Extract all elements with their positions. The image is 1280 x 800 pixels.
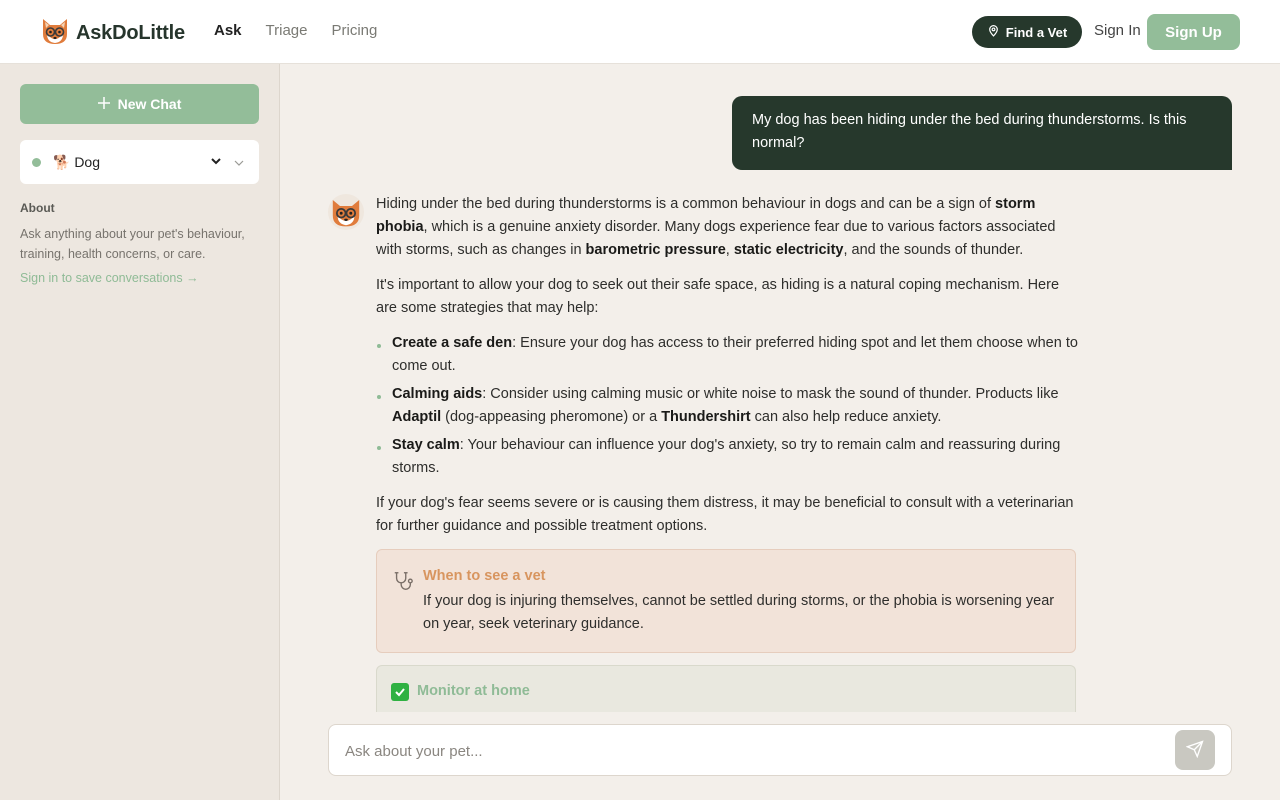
sign-in-to-save-link[interactable]: Sign in to save conversations →	[20, 271, 199, 285]
message-composer	[328, 724, 1232, 776]
chevron-down-icon	[234, 155, 244, 171]
nav-triage[interactable]: Triage	[266, 22, 308, 39]
pet-select-value: 🐕 Dog	[53, 153, 101, 170]
chevron-down-icon	[210, 154, 222, 170]
tips-list: Create a safe den: Ensure your dog has a…	[376, 332, 1078, 480]
brand-name: AskDoLittle	[76, 22, 185, 44]
new-chat-button[interactable]: New Chat	[20, 84, 259, 124]
about-heading: About	[20, 201, 55, 215]
vet-card-text: If your dog is injuring themselves, cann…	[423, 593, 1055, 632]
nav-pricing[interactable]: Pricing	[332, 22, 378, 39]
list-item: Calming aids: Consider using calming mus…	[376, 383, 1078, 429]
fox-logo-icon	[40, 16, 70, 51]
message-input[interactable]	[345, 739, 1165, 763]
top-header: AskDoLittle Ask Triage Pricing Find a Ve…	[0, 0, 1280, 64]
sign-up-button[interactable]: Sign Up	[1147, 14, 1240, 50]
about-text: Ask anything about your pet's behaviour,…	[20, 227, 245, 261]
find-a-vet-button[interactable]: Find a Vet	[972, 16, 1082, 48]
pet-type-select[interactable]: 🐕 Dog	[20, 140, 259, 184]
brand[interactable]: AskDoLittle	[40, 16, 185, 51]
check-square-icon	[391, 683, 409, 701]
bot-paragraph: It's important to allow your dog to seek…	[376, 277, 1060, 316]
list-item: Create a safe den: Ensure your dog has a…	[376, 332, 1078, 378]
sign-in-link[interactable]: Sign In	[1094, 22, 1141, 39]
status-dot	[32, 157, 41, 167]
send-button[interactable]	[1175, 730, 1215, 770]
when-to-see-vet-card: When to see a vet If your dog is injurin…	[376, 549, 1076, 653]
bot-avatar-icon	[328, 194, 364, 235]
bot-message: Hiding under the bed during thunderstorm…	[376, 193, 1078, 550]
new-chat-label: New Chat	[117, 96, 182, 112]
map-pin-icon	[987, 24, 1000, 40]
nav-ask[interactable]: Ask	[214, 22, 242, 39]
plus-icon	[97, 96, 110, 112]
list-item: Stay calm: Your behaviour can influence …	[376, 434, 1078, 480]
stethoscope-icon	[392, 570, 414, 597]
find-a-vet-label: Find a Vet	[1005, 24, 1068, 40]
bot-paragraph: Hiding under the bed during thunderstorm…	[376, 196, 1056, 258]
main-nav: Ask Triage Pricing	[214, 22, 377, 39]
monitor-at-home-card: Monitor at home	[376, 665, 1076, 712]
send-icon	[1185, 739, 1204, 761]
user-message: My dog has been hiding under the bed dur…	[732, 96, 1232, 170]
bot-paragraph: If your dog's fear seems severe or is ca…	[376, 495, 1074, 534]
vet-card-title: When to see a vet	[423, 568, 546, 584]
sidebar: New Chat 🐕 Dog About Ask anything about …	[0, 64, 280, 800]
home-card-title: Monitor at home	[417, 683, 530, 699]
